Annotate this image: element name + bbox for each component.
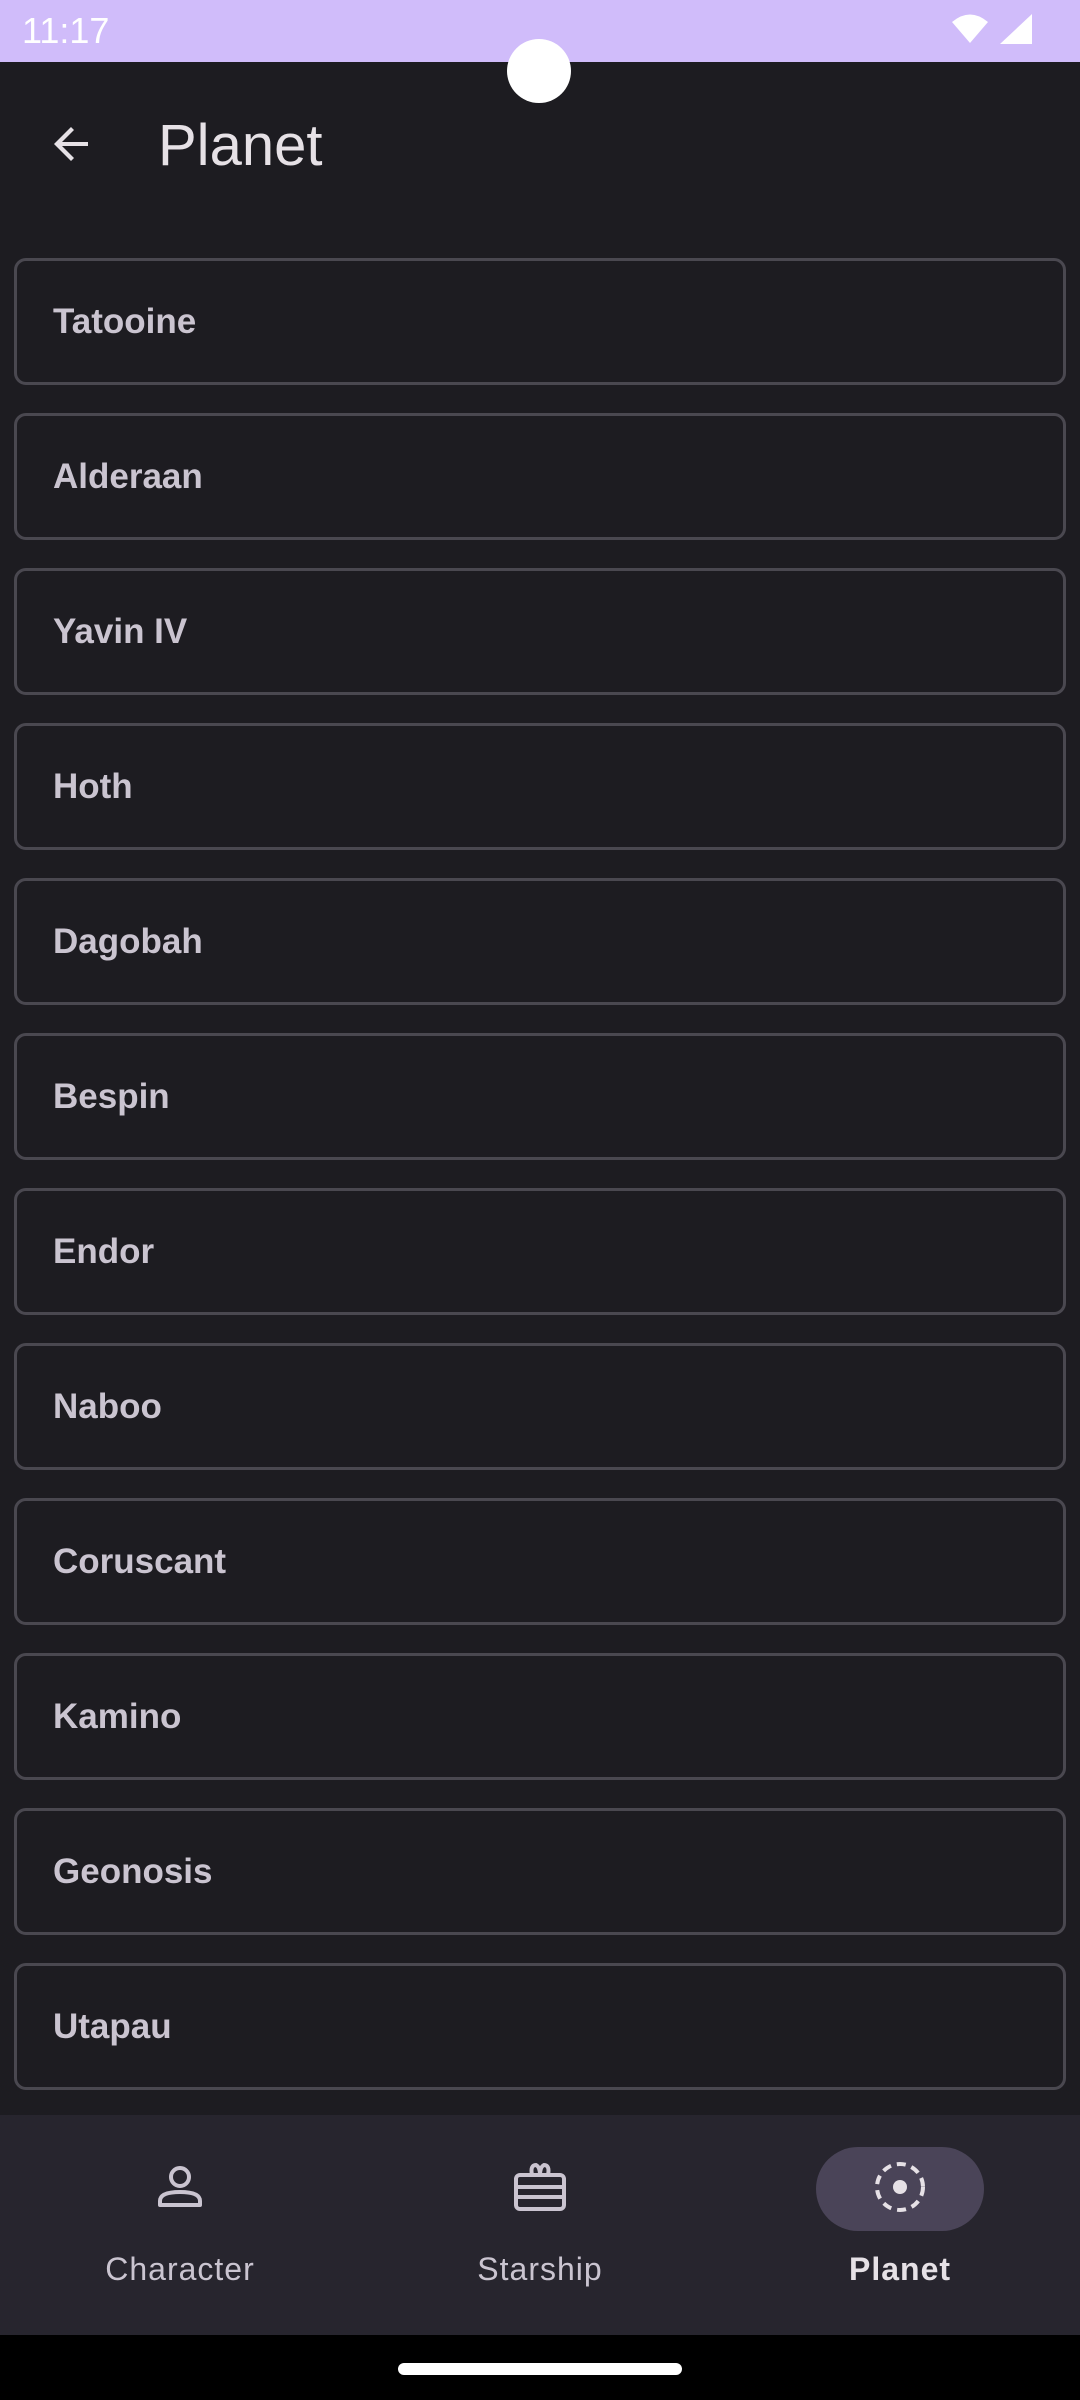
list-item[interactable]: Alderaan: [14, 413, 1066, 540]
list-item[interactable]: Bespin: [14, 1033, 1066, 1160]
list-item[interactable]: Hoth: [14, 723, 1066, 850]
wifi-icon: [950, 13, 990, 50]
planet-name: Naboo: [53, 1386, 162, 1426]
list-item[interactable]: Coruscant: [14, 1498, 1066, 1625]
nav-active-indicator: [816, 2147, 984, 2231]
starship-icon: [512, 2159, 568, 2220]
list-item[interactable]: Kamino: [14, 1653, 1066, 1780]
nav-icon-container: [96, 2147, 264, 2231]
list-item[interactable]: Naboo: [14, 1343, 1066, 1470]
planet-list: Tatooine Alderaan Yavin IV Hoth Dagobah …: [14, 258, 1066, 2118]
nav-label: Character: [105, 2251, 255, 2287]
page-title: Planet: [158, 113, 323, 178]
planet-name: Yavin IV: [53, 611, 188, 651]
planet-name: Endor: [53, 1231, 155, 1271]
planet-name: Bespin: [53, 1076, 170, 1116]
home-gesture-handle[interactable]: [398, 2363, 682, 2375]
bottom-navigation: Character Starship Planet: [0, 2115, 1080, 2335]
nav-item-planet[interactable]: Planet: [720, 2115, 1080, 2335]
list-item[interactable]: Yavin IV: [14, 568, 1066, 695]
planet-name: Tatooine: [53, 301, 197, 341]
nav-item-starship[interactable]: Starship: [360, 2115, 720, 2335]
status-time: 11:17: [22, 10, 110, 51]
planet-name: Hoth: [53, 766, 133, 806]
list-item[interactable]: Utapau: [14, 1963, 1066, 2090]
planet-icon: [872, 2159, 928, 2220]
planet-screen: 11:17 Planet Tatooine Alderaan Yavin IV …: [0, 0, 1080, 2400]
planet-name: Kamino: [53, 1696, 182, 1736]
planet-name: Dagobah: [53, 921, 203, 961]
person-icon: [154, 2161, 206, 2218]
list-item[interactable]: Dagobah: [14, 878, 1066, 1005]
list-item[interactable]: Endor: [14, 1188, 1066, 1315]
list-item[interactable]: Tatooine: [14, 258, 1066, 385]
status-icons: [950, 12, 1034, 51]
signal-icon: [998, 12, 1034, 51]
planet-name: Coruscant: [53, 1541, 227, 1581]
list-item[interactable]: Geonosis: [14, 1808, 1066, 1935]
top-app-bar: Planet: [0, 62, 1080, 232]
nav-icon-container: [456, 2147, 624, 2231]
nav-item-character[interactable]: Character: [0, 2115, 360, 2335]
planet-name: Geonosis: [53, 1851, 213, 1891]
back-button[interactable]: [36, 110, 108, 182]
nav-label: Planet: [848, 2251, 952, 2287]
arrow-back-icon: [48, 120, 96, 173]
gesture-bar: [0, 2335, 1080, 2400]
nav-label: Starship: [477, 2251, 603, 2287]
planet-name: Utapau: [53, 2006, 172, 2046]
planet-name: Alderaan: [53, 456, 203, 496]
